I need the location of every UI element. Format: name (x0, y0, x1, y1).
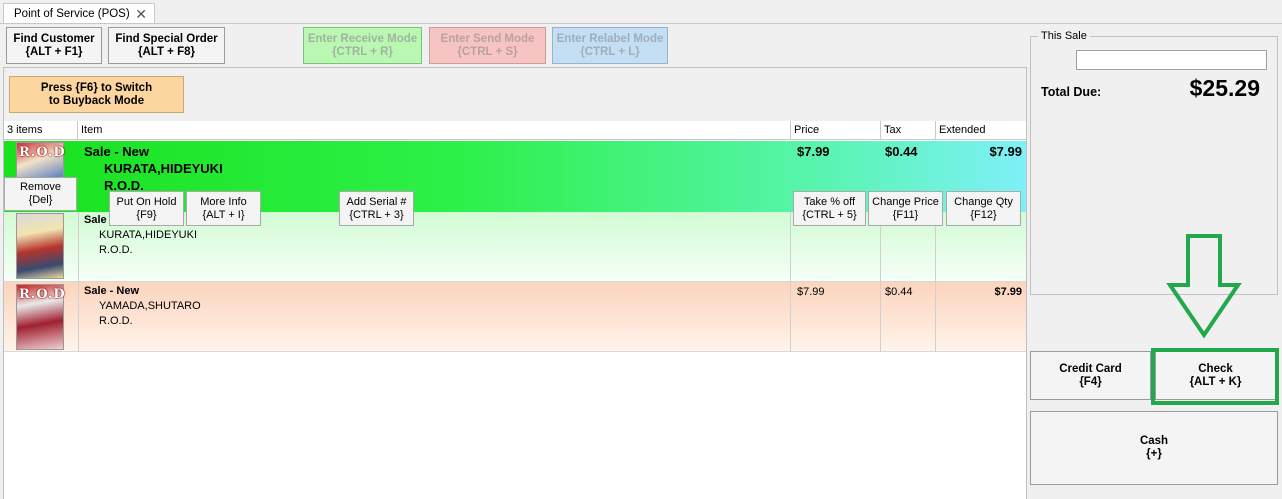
this-sale-legend: This Sale (1038, 30, 1090, 42)
column-header-price[interactable]: Price (791, 121, 881, 140)
change-qty-shortcut: {F12} (970, 208, 997, 221)
cover-title: R.O.D (19, 287, 66, 302)
receive-mode-button[interactable]: Enter Receive Mode {CTRL + R} (303, 27, 422, 64)
item-tax: $0.44 (885, 144, 918, 159)
take-percent-off-button[interactable]: Take % off {CTRL + 5} (793, 191, 866, 226)
tab-divider (0, 23, 1282, 24)
add-serial-button[interactable]: Add Serial # {CTRL + 3} (339, 191, 414, 226)
column-divider (880, 212, 881, 352)
send-mode-label: Enter Send Mode (440, 32, 535, 45)
more-info-label: More Info (200, 195, 247, 208)
table-row[interactable] (4, 282, 1026, 352)
tab-title: Point of Service (POS) (14, 8, 130, 20)
cash-label: Cash (1139, 435, 1169, 447)
change-qty-label: Change Qty (954, 195, 1013, 208)
take-percent-off-shortcut: {CTRL + 5} (802, 208, 857, 221)
cash-shortcut: {+} (1146, 448, 1162, 460)
remove-button[interactable]: Remove {Del} (4, 177, 77, 211)
send-mode-button[interactable]: Enter Send Mode {CTRL + S} (429, 27, 546, 64)
relabel-mode-button[interactable]: Enter Relabel Mode {CTRL + L} (552, 27, 668, 64)
take-percent-off-label: Take % off (803, 195, 856, 208)
cover-image: R.O.D (16, 284, 66, 350)
total-due-label: Total Due: (1041, 85, 1102, 99)
relabel-mode-label: Enter Relabel Mode (556, 32, 664, 45)
item-author: KURATA,HIDEYUKI (104, 161, 223, 176)
column-divider (78, 212, 79, 352)
put-on-hold-button[interactable]: Put On Hold {F9} (109, 191, 184, 226)
item-title: R.O.D. (99, 244, 133, 256)
change-price-button[interactable]: Change Price {F11} (868, 191, 943, 226)
buyback-line2: to Buyback Mode (48, 94, 145, 107)
cover-image (16, 213, 64, 279)
credit-card-shortcut: {F4} (1079, 375, 1102, 388)
down-arrow-icon (1166, 234, 1242, 339)
remove-label: Remove (20, 181, 61, 193)
find-special-order-label: Find Special Order (115, 32, 218, 45)
buyback-mode-button[interactable]: Press {F6} to Switch to Buyback Mode (9, 76, 184, 113)
item-tax: $0.44 (885, 286, 913, 298)
add-serial-label: Add Serial # (346, 195, 407, 208)
item-type: Sale - New (84, 144, 150, 159)
tab-pos[interactable]: Point of Service (POS) ✕ (3, 3, 155, 24)
column-header-tax[interactable]: Tax (881, 121, 936, 140)
column-header-extended[interactable]: Extended (936, 121, 1026, 140)
receive-mode-label: Enter Receive Mode (307, 32, 418, 45)
change-price-label: Change Price (872, 195, 939, 208)
put-on-hold-label: Put On Hold (116, 195, 177, 208)
remove-shortcut: {Del} (28, 194, 53, 206)
column-divider (935, 212, 936, 352)
more-info-shortcut: {ALT + I} (202, 208, 245, 221)
change-price-shortcut: {F11} (892, 208, 919, 221)
add-serial-shortcut: {CTRL + 3} (349, 208, 404, 221)
item-title: R.O.D. (99, 315, 133, 327)
item-price: $7.99 (797, 286, 825, 298)
item-author: YAMADA,SHUTARO (99, 300, 201, 312)
find-customer-button[interactable]: Find Customer {ALT + F1} (6, 27, 102, 64)
item-type: Sale (84, 214, 107, 226)
column-header-count: 3 items (4, 121, 78, 140)
find-special-order-button[interactable]: Find Special Order {ALT + F8} (108, 27, 225, 64)
item-price: $7.99 (797, 144, 830, 159)
item-type: Sale - New (84, 285, 140, 297)
item-extended: $7.99 (989, 144, 1022, 159)
relabel-mode-shortcut: {CTRL + L} (580, 45, 640, 58)
receive-mode-shortcut: {CTRL + R} (332, 45, 393, 58)
cover-title: R.O.D (19, 145, 66, 160)
cash-button[interactable]: Cash {+} (1030, 411, 1278, 485)
send-mode-shortcut: {CTRL + S} (457, 45, 518, 58)
find-customer-shortcut: {ALT + F1} (25, 45, 83, 58)
sale-input[interactable] (1076, 50, 1267, 70)
close-icon[interactable]: ✕ (135, 6, 147, 23)
buyback-line1: Press {F6} to Switch (40, 81, 153, 94)
column-header-item[interactable]: Item (78, 121, 791, 140)
credit-card-label: Credit Card (1059, 362, 1122, 375)
column-divider (790, 212, 791, 352)
find-special-order-shortcut: {ALT + F8} (138, 45, 195, 58)
credit-card-button[interactable]: Credit Card {F4} (1030, 351, 1151, 400)
total-due-value: $25.29 (1189, 75, 1260, 101)
find-customer-label: Find Customer (13, 32, 95, 45)
change-qty-button[interactable]: Change Qty {F12} (946, 191, 1021, 226)
item-extended: $7.99 (994, 286, 1022, 298)
put-on-hold-shortcut: {F9} (136, 208, 157, 221)
more-info-button[interactable]: More Info {ALT + I} (186, 191, 261, 226)
check-highlight (1151, 348, 1279, 405)
item-author: KURATA,HIDEYUKI (99, 229, 197, 241)
